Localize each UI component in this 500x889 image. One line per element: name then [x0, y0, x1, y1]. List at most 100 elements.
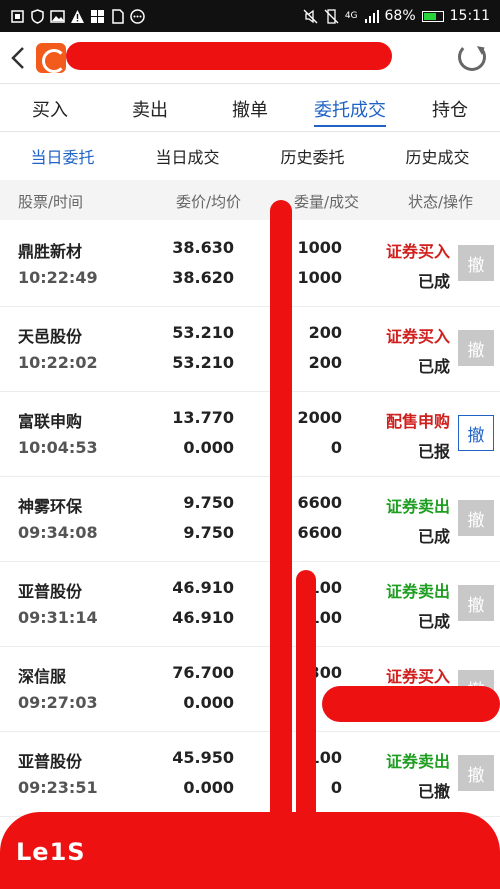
subtab-history-orders[interactable]: 历史委托 — [250, 132, 375, 180]
order-time: 09:27:03 — [18, 693, 98, 712]
battery-percent: 68% — [384, 8, 416, 24]
apps-icon — [90, 9, 105, 24]
order-state: 已撤 — [417, 782, 450, 801]
order-type: 证券买入 — [385, 242, 450, 261]
order-type: 配售申购 — [385, 412, 450, 431]
order-time: 09:23:51 — [18, 778, 98, 797]
cancel-button[interactable]: 撤 — [458, 585, 494, 621]
redaction-scribble — [270, 200, 292, 889]
stock-name: 亚普股份 — [18, 582, 83, 601]
header-status-action: 状态/操作 — [408, 193, 474, 211]
order-time: 09:34:08 — [18, 523, 98, 542]
table-row: 天邑股份 10:22:02 53.210 53.210 200 200 证券买入… — [0, 307, 500, 392]
order-price: 13.770 — [172, 408, 234, 427]
redaction-scribble — [296, 570, 316, 830]
clock: 15:11 — [449, 8, 490, 24]
order-price: 76.700 — [172, 663, 234, 682]
shield-icon — [30, 8, 45, 24]
stock-name: 神雾环保 — [18, 497, 83, 516]
stock-name: 亚普股份 — [18, 752, 83, 771]
tab-buy[interactable]: 买入 — [0, 86, 100, 131]
order-state: 已报 — [417, 442, 450, 461]
subtab-today-orders[interactable]: 当日委托 — [0, 132, 125, 180]
cancel-button[interactable]: 撤 — [458, 245, 494, 281]
cancel-button[interactable]: 撤 — [458, 330, 494, 366]
subtab-today-deals[interactable]: 当日成交 — [125, 132, 250, 180]
battery-icon — [421, 10, 444, 22]
table-row: 亚普股份 09:31:14 46.910 46.910 100 100 证券卖出… — [0, 562, 500, 647]
order-qty: 2000 — [297, 408, 342, 427]
avg-price: 0.000 — [183, 438, 234, 457]
app-logo — [36, 42, 66, 73]
cancel-button[interactable]: 撤 — [458, 755, 494, 791]
tab-sell[interactable]: 卖出 — [100, 86, 200, 131]
deal-qty: 200 — [308, 353, 342, 372]
header-stock-time: 股票/时间 — [18, 193, 84, 211]
stock-name: 鼎胜新材 — [18, 242, 83, 261]
order-price: 9.750 — [183, 493, 234, 512]
tab-orders-deals[interactable]: 委托成交 — [300, 86, 400, 131]
avg-price: 53.210 — [172, 353, 234, 372]
avg-price: 38.620 — [172, 268, 234, 287]
order-qty: 200 — [308, 323, 342, 342]
order-qty: 1000 — [297, 238, 342, 257]
cancel-button[interactable]: 撤 — [458, 415, 494, 451]
warning-icon — [70, 9, 85, 24]
deal-qty: 0 — [330, 778, 342, 797]
main-tabs: 买入 卖出 撤单 委托成交 持仓 — [0, 86, 500, 132]
order-qty: 6600 — [297, 493, 342, 512]
deal-qty: 0 — [330, 438, 342, 457]
tab-positions[interactable]: 持仓 — [400, 86, 500, 131]
back-icon[interactable] — [0, 32, 36, 84]
device-watermark: Le1S — [16, 838, 86, 866]
table-row: 亚普股份 09:23:51 45.950 0.000 100 0 证券卖出 已撤… — [0, 732, 500, 817]
order-price: 38.630 — [172, 238, 234, 257]
mute-icon — [303, 9, 318, 24]
order-state: 已成 — [417, 612, 450, 631]
sub-tabs: 当日委托 当日成交 历史委托 历史成交 — [0, 132, 500, 180]
header-price-avg: 委价/均价 — [176, 193, 242, 211]
avg-price: 0.000 — [183, 693, 234, 712]
order-time: 10:04:53 — [18, 438, 98, 457]
order-time: 10:22:02 — [18, 353, 98, 372]
order-type: 证券卖出 — [385, 497, 450, 516]
avg-price: 0.000 — [183, 778, 234, 797]
file-icon — [110, 8, 125, 24]
deal-qty: 1000 — [297, 268, 342, 287]
table-header: 股票/时间 委价/均价 委量/成交 状态/操作 — [0, 180, 500, 220]
order-type: 证券买入 — [385, 667, 450, 686]
status-right: 4G 68% 15:11 — [303, 8, 490, 24]
network-type: 4G — [344, 11, 358, 21]
avg-price: 9.750 — [183, 523, 234, 542]
order-price: 53.210 — [172, 323, 234, 342]
more-icon — [130, 8, 145, 24]
stock-name: 深信服 — [18, 667, 67, 686]
order-time: 09:31:14 — [18, 608, 98, 627]
header-qty-deal: 委量/成交 — [294, 193, 360, 211]
order-type: 证券买入 — [385, 327, 450, 346]
signal-icon — [364, 9, 379, 24]
order-type: 证券卖出 — [385, 582, 450, 601]
notification-icon — [10, 9, 25, 24]
status-icons — [10, 8, 145, 24]
table-row: 富联申购 10:04:53 13.770 0.000 2000 0 配售申购 已… — [0, 392, 500, 477]
order-list: 鼎胜新材 10:22:49 38.630 38.620 1000 1000 证券… — [0, 222, 500, 817]
tab-cancel-order[interactable]: 撤单 — [200, 86, 300, 131]
vibrate-icon — [324, 8, 339, 24]
redaction-scribble — [322, 686, 500, 722]
subtab-history-deals[interactable]: 历史成交 — [375, 132, 500, 180]
title-redaction — [66, 42, 392, 70]
order-price: 45.950 — [172, 748, 234, 767]
table-row: 鼎胜新材 10:22:49 38.630 38.620 1000 1000 证券… — [0, 222, 500, 307]
table-row: 神雾环保 09:34:08 9.750 9.750 6600 6600 证券卖出… — [0, 477, 500, 562]
status-bar: 4G 68% 15:11 — [0, 0, 500, 32]
cancel-button[interactable]: 撤 — [458, 500, 494, 536]
order-state: 已成 — [417, 527, 450, 546]
refresh-icon[interactable] — [458, 43, 486, 71]
order-type: 证券卖出 — [385, 752, 450, 771]
image-icon — [50, 9, 65, 24]
stock-name: 富联申购 — [18, 412, 83, 431]
order-state: 已成 — [417, 272, 450, 291]
avg-price: 46.910 — [172, 608, 234, 627]
order-price: 46.910 — [172, 578, 234, 597]
